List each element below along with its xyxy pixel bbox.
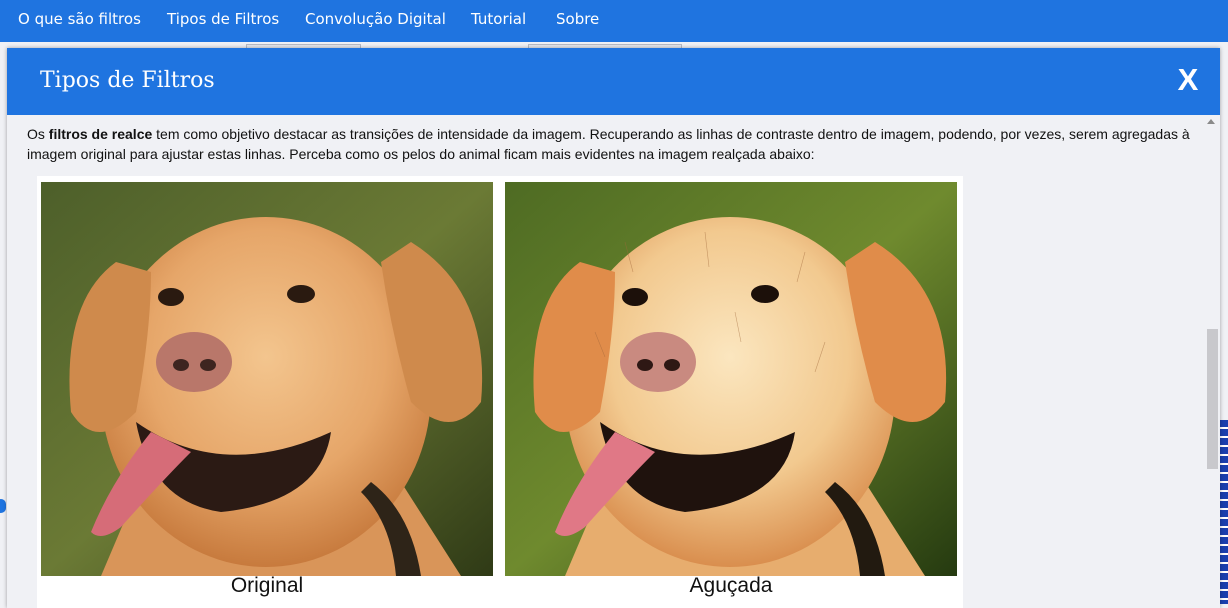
sharpened-dog-image: [505, 182, 957, 576]
nav-item-convolucao-digital[interactable]: Convolução Digital: [305, 0, 446, 38]
nav-item-sobre[interactable]: Sobre: [556, 0, 599, 38]
nav-item-tipos-de-filtros[interactable]: Tipos de Filtros: [167, 0, 279, 38]
modal-header: Tipos de Filtros X: [7, 48, 1220, 115]
paragraph-text: tem como objetivo destacar as transições…: [27, 126, 1190, 162]
nav-item-tutorial[interactable]: Tutorial: [471, 0, 526, 38]
background-indicator: [0, 499, 6, 513]
original-dog-image: [41, 182, 493, 576]
modal-scrollbar[interactable]: [1203, 115, 1220, 608]
nav-item-o-que-sao-filtros[interactable]: O que são filtros: [18, 0, 141, 38]
original-caption: Original: [230, 574, 304, 597]
comparison-figure: Original Aguçada: [37, 176, 963, 608]
top-navbar: O que são filtros Tipos de Filtros Convo…: [0, 0, 1228, 42]
close-button[interactable]: X: [1172, 62, 1204, 98]
scrollbar-thumb[interactable]: [1207, 329, 1218, 469]
sharpened-caption: Aguçada: [689, 574, 773, 597]
modal-body: Os filtros de realce tem como objetivo d…: [27, 124, 1193, 608]
scroll-up-arrow-icon[interactable]: [1207, 119, 1215, 124]
background-page-edge: [1220, 420, 1228, 604]
filter-types-modal: Tipos de Filtros X Os filtros de realce …: [7, 48, 1220, 608]
paragraph-prefix: Os: [27, 126, 49, 142]
description-paragraph: Os filtros de realce tem como objetivo d…: [27, 124, 1193, 164]
paragraph-bold-term: filtros de realce: [48, 126, 153, 142]
modal-title: Tipos de Filtros: [40, 68, 215, 93]
